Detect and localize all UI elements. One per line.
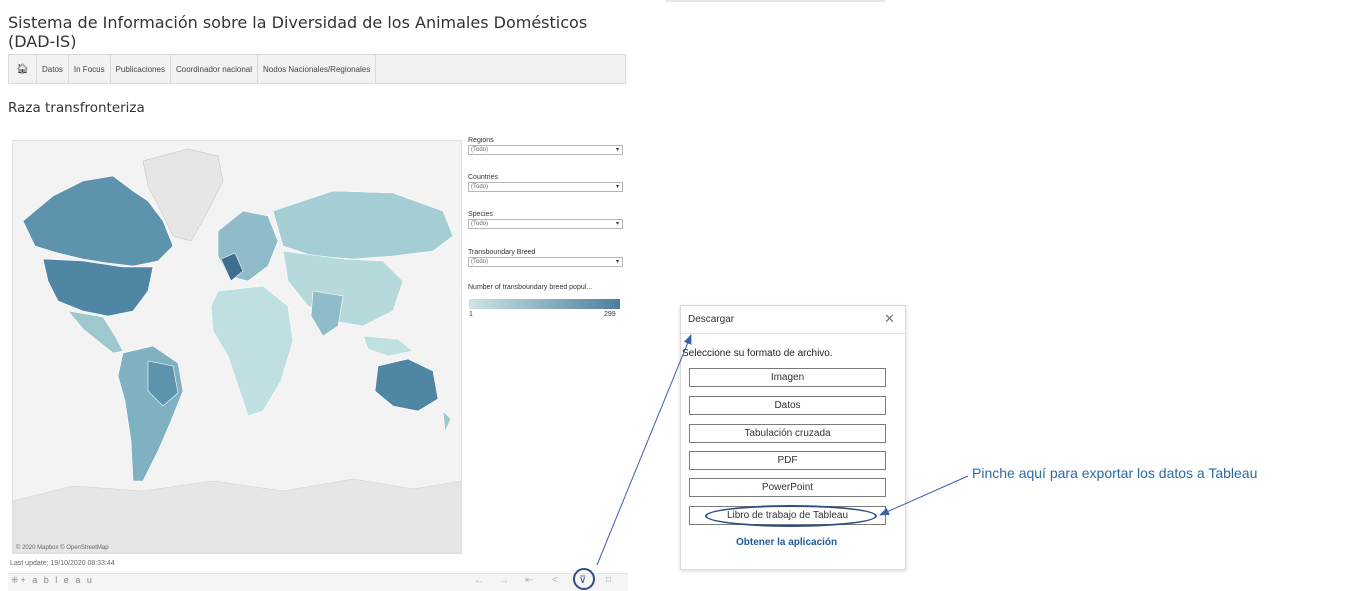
- world-map[interactable]: [12, 140, 462, 554]
- get-app-link[interactable]: Obtener la aplicación: [736, 537, 837, 548]
- nav-home[interactable]: 🏠︎: [9, 55, 37, 83]
- select-value: (Todo): [471, 184, 489, 190]
- download-image-button[interactable]: Imagen: [689, 368, 886, 387]
- page-title: Sistema de Información sobre la Diversid…: [8, 13, 588, 51]
- dropdown-arrow-icon: ▾: [615, 147, 619, 153]
- select-value: (Todo): [471, 147, 489, 153]
- dropdown-arrow-icon: ▾: [615, 221, 619, 227]
- revert-icon[interactable]: ⇤: [525, 575, 533, 586]
- dialog-title: Descargar: [688, 314, 735, 325]
- arrow-to-dialog: [596, 334, 692, 566]
- redo-icon[interactable]: →: [499, 575, 509, 586]
- select-value: (Todo): [471, 259, 489, 265]
- filter-regions: Regions (Todo) ▾: [468, 136, 623, 155]
- home-icon: 🏠︎: [16, 63, 29, 75]
- fullscreen-icon[interactable]: ⌑: [606, 575, 611, 586]
- top-nav: 🏠︎ Datos In Focus Publicaciones Coordina…: [8, 54, 626, 84]
- dropdown-arrow-icon: ▾: [615, 259, 619, 265]
- filter-label: Species: [468, 211, 493, 218]
- species-select[interactable]: (Todo) ▾: [468, 219, 623, 229]
- tableau-toolbar: [8, 573, 628, 591]
- undo-icon[interactable]: ←: [474, 575, 484, 586]
- dialog-divider: [681, 333, 905, 334]
- nav-in-focus[interactable]: In Focus: [69, 55, 111, 83]
- download-data-button[interactable]: Datos: [689, 396, 886, 415]
- download-crosstab-button[interactable]: Tabulación cruzada: [689, 424, 886, 443]
- select-value: (Todo): [471, 221, 489, 227]
- filter-label: Transboundary Breed: [468, 249, 536, 256]
- filter-countries: Countries (Todo) ▾: [468, 173, 623, 192]
- section-title: Raza transfronteriza: [8, 100, 145, 116]
- annotation-text: Pinche aquí para exportar los datos a Ta…: [972, 465, 1258, 481]
- download-powerpoint-button[interactable]: PowerPoint: [689, 478, 886, 497]
- map-attribution: © 2020 Mapbox © OpenStreetMap: [16, 545, 109, 551]
- legend-min: 1: [469, 311, 473, 318]
- tableau-workbook-highlight: [705, 505, 877, 527]
- filter-transboundary-breed: Transboundary Breed (Todo) ▾: [468, 248, 623, 267]
- dialog-subtitle: Seleccione su formato de archivo.: [682, 348, 833, 359]
- tableau-logo[interactable]: ⁜+ a b l e a u: [11, 575, 94, 586]
- dropdown-arrow-icon: ▾: [615, 184, 619, 190]
- legend-color-bar: [469, 299, 620, 309]
- download-pdf-button[interactable]: PDF: [689, 451, 886, 470]
- nav-publicaciones[interactable]: Publicaciones: [111, 55, 171, 83]
- nav-coordinador-nacional[interactable]: Coordinador nacional: [171, 55, 259, 83]
- download-highlight-circle: [573, 568, 595, 590]
- last-update: Last update: 19/10/2020 08:33:44: [10, 560, 115, 567]
- transboundary-breed-select[interactable]: (Todo) ▾: [468, 257, 623, 267]
- close-icon[interactable]: ✕: [884, 311, 895, 327]
- legend-max: 299: [604, 311, 616, 318]
- countries-select[interactable]: (Todo) ▾: [468, 182, 623, 192]
- nav-datos[interactable]: Datos: [37, 55, 69, 83]
- filter-label: Countries: [468, 174, 498, 181]
- top-divider: [665, 0, 885, 2]
- share-icon[interactable]: <: [552, 575, 558, 586]
- regions-select[interactable]: (Todo) ▾: [468, 145, 623, 155]
- filter-label: Regions: [468, 137, 494, 144]
- filter-species: Species (Todo) ▾: [468, 210, 623, 229]
- nav-nodos[interactable]: Nodos Nacionales/Regionales: [258, 55, 377, 83]
- legend-title: Number of transboundary breed popul...: [468, 284, 593, 291]
